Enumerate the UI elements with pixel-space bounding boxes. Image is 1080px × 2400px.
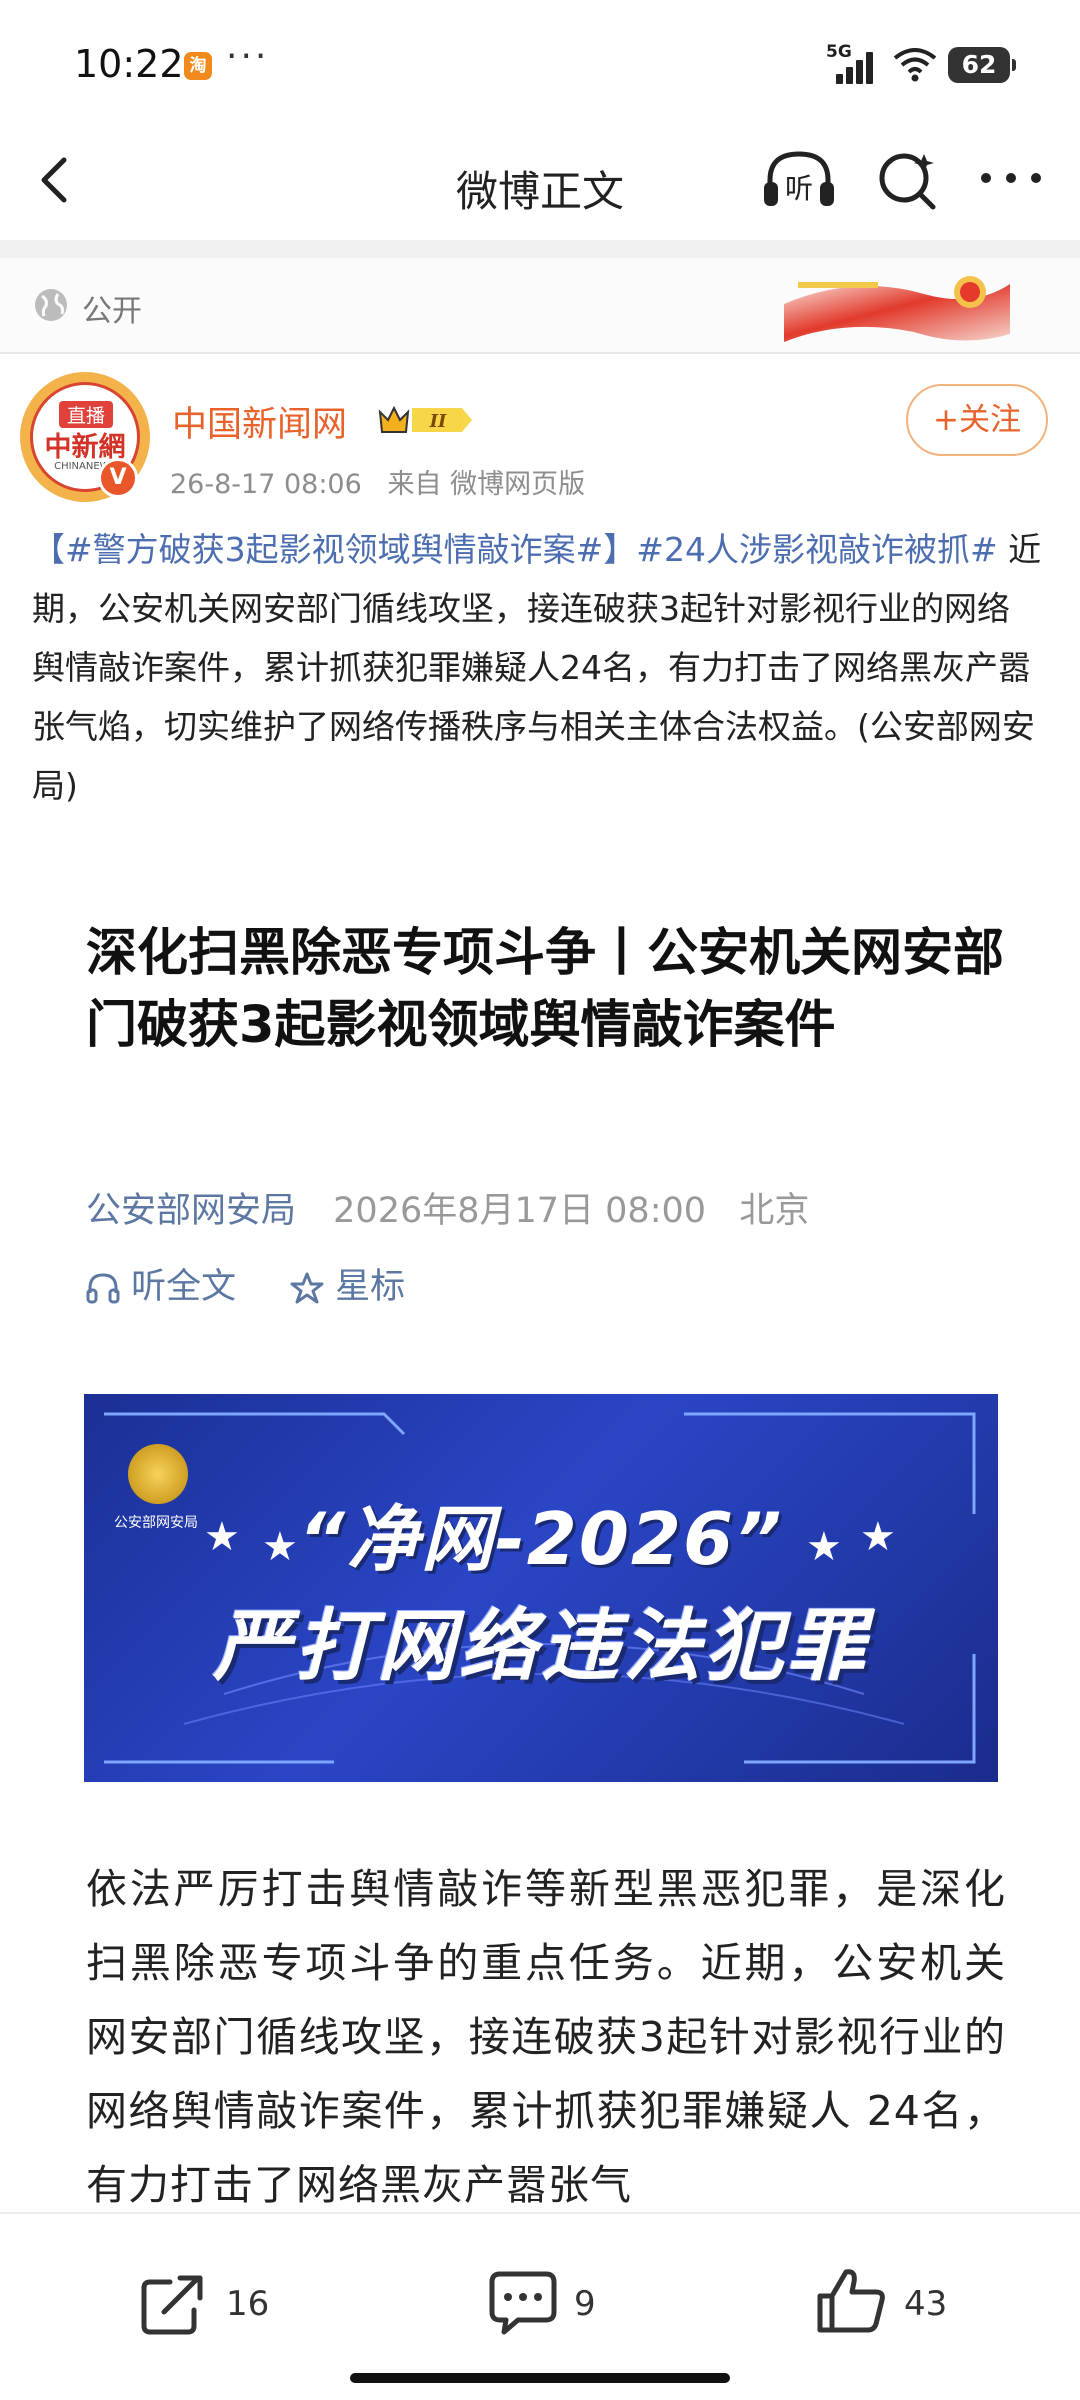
comment-count: 9 xyxy=(574,2284,596,2324)
flag-decoration-image xyxy=(774,264,1010,348)
visibility-label: 公开 xyxy=(82,294,142,329)
more-icon[interactable] xyxy=(976,158,1046,198)
share-button[interactable]: 16 xyxy=(140,2266,300,2336)
home-indicator[interactable] xyxy=(350,2373,730,2383)
visibility-row: 公开 xyxy=(0,258,1080,354)
banner-subheadline: 严打网络违法犯罪 xyxy=(212,1602,869,1692)
nav-bar: 微博正文 听 xyxy=(0,120,1080,240)
level-badge-label: II xyxy=(429,411,447,432)
battery-icon: 62 xyxy=(948,47,1016,83)
follow-button[interactable]: +关注 xyxy=(906,384,1048,456)
taobao-notification-icon: 淘 xyxy=(184,52,212,80)
article-date: 2026年8月17日 08:00 xyxy=(333,1191,707,1231)
author-name[interactable]: 中国新闻网 xyxy=(172,396,347,447)
bottom-action-bar: 16 9 43 xyxy=(0,2212,1080,2400)
star-button[interactable]: 星标 xyxy=(290,1258,405,1309)
post-meta: 26-8-17 08:06 来自 微博网页版 xyxy=(170,462,585,501)
verified-badge-icon: V xyxy=(98,458,138,498)
row-divider xyxy=(0,352,1080,354)
article-body: 依法严厉打击舆情敲诈等新型黑恶犯罪，是深化扫黑除恶专项斗争的重点任务。近期，公安… xyxy=(86,1865,1006,2208)
article-title: 深化扫黑除恶专项斗争丨公安机关网安部门破获3起影视领域舆情敲诈案件 xyxy=(86,924,1005,1055)
share-count: 16 xyxy=(226,2284,270,2324)
post-text: 【#警方破获3起影视领域舆情敲诈案#】#24人涉影视敲诈被抓# 近期，公安机关网… xyxy=(32,520,1042,815)
star-label: 星标 xyxy=(335,1267,406,1307)
article-meta: 公安部网安局 2026年8月17日 08:00 北京 xyxy=(86,1182,809,1233)
share-icon xyxy=(141,2275,203,2335)
signal-icon xyxy=(836,50,878,84)
listen-icon[interactable]: 听 xyxy=(760,146,838,212)
post-time: 26-8-17 08:06 xyxy=(170,469,362,500)
nav-divider xyxy=(0,240,1080,258)
hashtag-link[interactable]: #24人涉影视敲诈被抓# xyxy=(636,530,997,569)
hashtag-link[interactable]: 【#警方破获3起影视领域舆情敲诈案#】 xyxy=(32,530,636,569)
post-body: 近期，公安机关网安部门循线攻坚，接连破获3起针对影视行业的网络舆情敲诈案件，累计… xyxy=(32,530,1042,805)
post-source: 来自 微博网页版 xyxy=(387,469,586,500)
banner-headline: “净网-2026” xyxy=(298,1497,784,1581)
like-count: 43 xyxy=(904,2284,948,2324)
like-button[interactable]: 43 xyxy=(816,2266,976,2336)
status-time: 10:22 xyxy=(74,42,184,86)
listen-icon-glyph: 听 xyxy=(785,172,813,205)
listen-full-label: 听全文 xyxy=(131,1267,237,1307)
avatar-live-label: 直播 xyxy=(59,401,113,428)
article-source[interactable]: 公安部网安局 xyxy=(86,1191,296,1231)
article-location: 北京 xyxy=(739,1191,810,1231)
crown-level-badge-icon[interactable]: II xyxy=(376,400,476,440)
thumbs-up-icon xyxy=(817,2269,885,2333)
star-icon xyxy=(290,1272,324,1304)
headphones-icon xyxy=(86,1273,120,1304)
wifi-icon xyxy=(893,48,937,82)
status-more-icon: ··· xyxy=(226,36,270,77)
search-icon[interactable] xyxy=(876,150,938,212)
listen-full-button[interactable]: 听全文 xyxy=(86,1258,236,1309)
article-banner-image[interactable]: 公安部网安局 ★ ★ ★ ★ “净网-2026” 严打网络违法犯罪 xyxy=(84,1394,998,1782)
status-bar: 10:22 淘 ··· 5G 62 xyxy=(0,0,1080,120)
globe-icon xyxy=(35,289,67,321)
comment-icon xyxy=(489,2271,557,2335)
battery-level: 62 xyxy=(961,50,997,79)
comment-button[interactable]: 9 xyxy=(488,2266,628,2336)
